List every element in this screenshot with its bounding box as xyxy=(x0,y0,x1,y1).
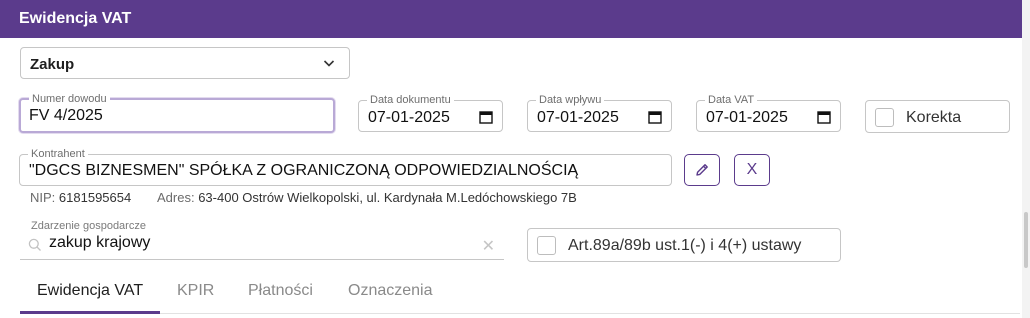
active-tab-indicator xyxy=(20,311,160,314)
edit-contractor-button[interactable] xyxy=(684,154,720,186)
contractor-label: Kontrahent xyxy=(28,148,88,160)
document-date-label: Data dokumentu xyxy=(367,94,454,106)
nip-value: 6181595654 xyxy=(58,190,132,205)
address-label: Adres: xyxy=(157,190,195,205)
correction-checkbox[interactable] xyxy=(875,108,894,127)
tab-ewidencja-vat[interactable]: Ewidencja VAT xyxy=(37,282,143,300)
calendar-icon[interactable] xyxy=(479,110,493,124)
panel-header: Ewidencja VAT xyxy=(0,0,1022,38)
tab-platnosci[interactable]: Płatności xyxy=(248,282,313,300)
calendar-icon[interactable] xyxy=(817,110,831,124)
document-type-select[interactable]: Zakup xyxy=(20,47,350,79)
tab-bar-divider xyxy=(20,313,1020,314)
nip-label: NIP: xyxy=(30,190,56,205)
document-number-label: Numer dowodu xyxy=(29,93,110,105)
chevron-down-icon xyxy=(323,60,335,67)
economic-event-field[interactable]: Zdarzenie gospodarcze zakup krajowy ✕ xyxy=(20,220,504,260)
art89-label: Art.89a/89b ust.1(-) i 4(+) ustawy xyxy=(568,237,802,254)
document-date-field[interactable]: Data dokumentu 07-01-2025 xyxy=(358,94,503,132)
economic-event-input[interactable]: zakup krajowy xyxy=(49,234,150,252)
contractor-input[interactable]: "DGCS BIZNESMEN" SPÓŁKA Z OGRANICZONĄ OD… xyxy=(29,162,578,180)
contractor-nip: NIP: 6181595654 xyxy=(30,190,131,205)
vat-date-label: Data VAT xyxy=(705,94,758,106)
vat-date-input[interactable]: 07-01-2025 xyxy=(706,109,788,127)
art89-checkbox[interactable] xyxy=(537,236,556,255)
economic-event-label: Zdarzenie gospodarcze xyxy=(31,220,146,232)
tab-bar: Ewidencja VAT KPIR Płatności Oznaczenia xyxy=(20,270,1020,316)
scrollbar-thumb[interactable] xyxy=(1024,212,1028,268)
document-number-field[interactable]: Numer dowodu FV 4/2025 xyxy=(19,93,335,133)
scrollbar[interactable] xyxy=(1022,0,1030,318)
correction-checkbox-card[interactable]: Korekta xyxy=(865,100,1010,133)
pencil-icon xyxy=(696,164,708,176)
clear-contractor-button[interactable]: X xyxy=(734,154,770,186)
contractor-field[interactable]: Kontrahent "DGCS BIZNESMEN" SPÓŁKA Z OGR… xyxy=(19,148,672,186)
inflow-date-label: Data wpływu xyxy=(536,94,605,106)
tab-oznaczenia[interactable]: Oznaczenia xyxy=(348,282,433,300)
clear-icon[interactable]: ✕ xyxy=(482,236,495,256)
document-type-value: Zakup xyxy=(30,56,75,73)
document-date-input[interactable]: 07-01-2025 xyxy=(368,109,450,127)
contractor-address: Adres: 63-400 Ostrów Wielkopolski, ul. K… xyxy=(157,190,577,205)
inflow-date-field[interactable]: Data wpływu 07-01-2025 xyxy=(527,94,672,132)
search-icon xyxy=(28,238,41,251)
document-number-input[interactable]: FV 4/2025 xyxy=(29,107,103,125)
clear-contractor-label: X xyxy=(746,161,758,178)
correction-label: Korekta xyxy=(906,109,962,126)
inflow-date-input[interactable]: 07-01-2025 xyxy=(537,109,619,127)
address-value: 63-400 Ostrów Wielkopolski, ul. Kardynał… xyxy=(198,190,577,205)
vat-date-field[interactable]: Data VAT 07-01-2025 xyxy=(696,94,841,132)
calendar-icon[interactable] xyxy=(648,110,662,124)
tab-kpir[interactable]: KPIR xyxy=(177,282,214,300)
panel-title: Ewidencja VAT xyxy=(19,10,132,27)
art89-checkbox-card[interactable]: Art.89a/89b ust.1(-) i 4(+) ustawy xyxy=(527,228,841,262)
